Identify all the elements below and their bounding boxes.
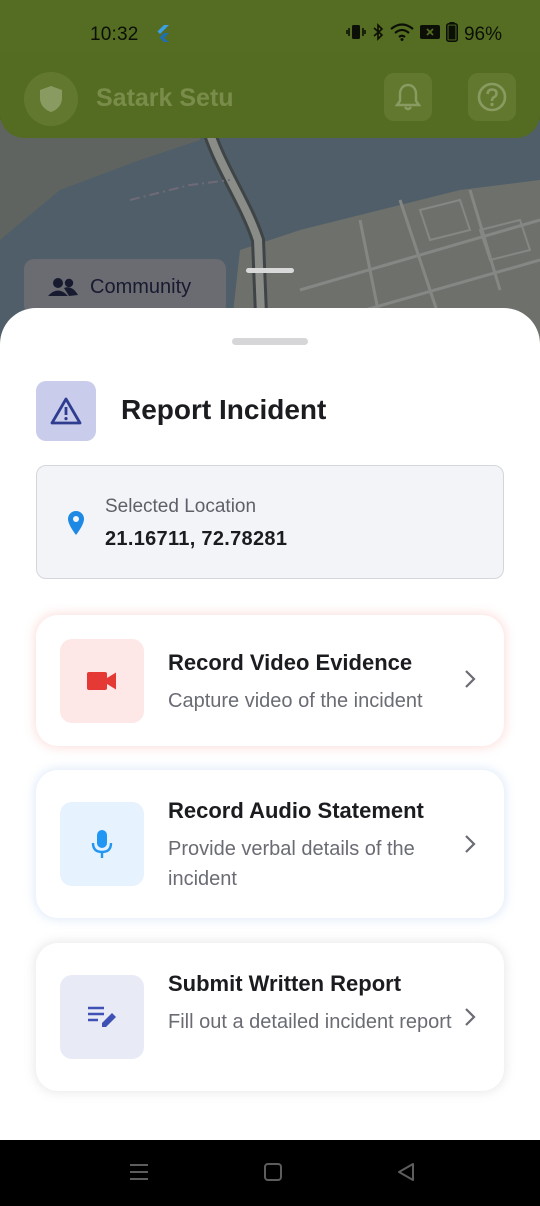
home-icon[interactable] (263, 1162, 283, 1187)
report-incident-sheet: Report Incident Selected Location 21.167… (0, 308, 540, 1140)
chevron-right-icon (464, 1007, 476, 1032)
chevron-right-icon (464, 669, 476, 694)
app-bar: Satark Setu (0, 52, 540, 138)
community-label: Community (90, 275, 192, 298)
status-icons: 96% (346, 22, 502, 48)
system-nav-bar (0, 1140, 540, 1206)
record-video-option[interactable]: Record Video Evidence Capture video of t… (36, 615, 504, 746)
option-description: Fill out a detailed incident report (168, 1011, 452, 1033)
app-title: Satark Setu (96, 84, 234, 112)
bell-icon (395, 83, 421, 111)
people-icon (48, 277, 78, 297)
option-title: Submit Written Report (168, 971, 402, 996)
option-description: Provide verbal details of the incident (168, 838, 415, 890)
location-label: Selected Location (105, 496, 257, 517)
mic-icon (60, 802, 144, 886)
battery-level: 96% (463, 24, 502, 45)
option-title: Record Audio Statement (168, 798, 424, 823)
warning-icon (36, 381, 96, 441)
wifi-icon (390, 23, 414, 47)
edit-note-icon (60, 975, 144, 1059)
map-drag-handle (246, 268, 294, 273)
option-description: Capture video of the incident (168, 690, 423, 712)
flutter-icon (156, 25, 170, 47)
record-audio-option[interactable]: Record Audio Statement Provide verbal de… (36, 770, 504, 918)
selected-location-box: Selected Location 21.16711, 72.78281 (36, 465, 504, 579)
shield-icon (24, 72, 78, 126)
location-pin-icon (67, 510, 85, 541)
option-title: Record Video Evidence (168, 650, 413, 675)
help-button[interactable] (468, 73, 516, 121)
location-coordinates: 21.16711, 72.78281 (105, 528, 288, 550)
written-report-option[interactable]: Submit Written Report Fill out a detaile… (36, 943, 504, 1091)
help-icon (477, 82, 507, 112)
bluetooth-icon (372, 23, 384, 47)
battery-icon (445, 22, 458, 48)
sheet-title: Report Incident (121, 394, 327, 425)
x-badge-icon (419, 24, 440, 46)
notifications-button[interactable] (384, 73, 432, 121)
menu-icon[interactable] (129, 1162, 149, 1187)
status-time: 10:32 (90, 24, 139, 45)
videocam-icon (60, 639, 144, 723)
vibrate-icon (346, 23, 366, 47)
community-chip[interactable]: Community (24, 259, 226, 315)
sheet-drag-handle[interactable] (232, 338, 308, 345)
chevron-right-icon (464, 834, 476, 859)
back-icon[interactable] (396, 1162, 416, 1187)
